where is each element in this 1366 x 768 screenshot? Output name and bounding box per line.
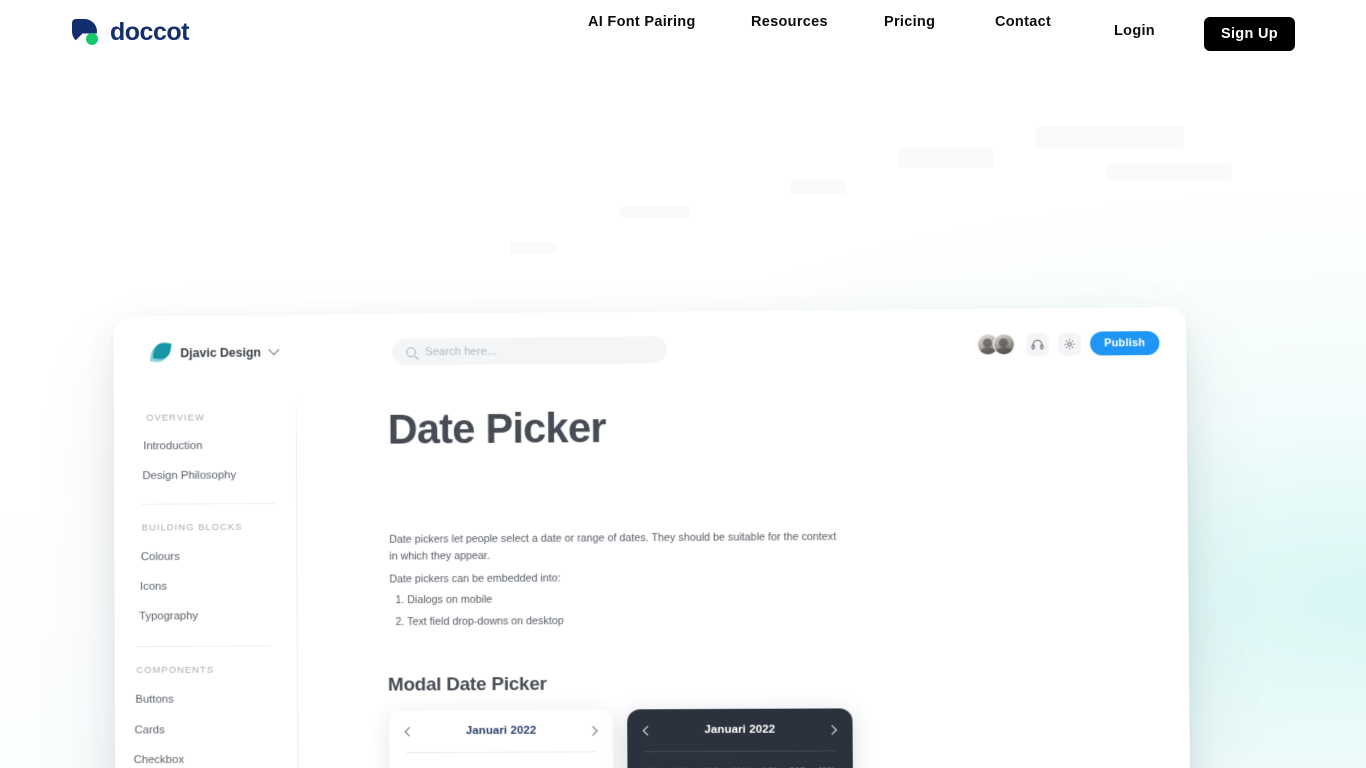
sidebar-divider xyxy=(140,502,275,505)
chevron-down-icon xyxy=(268,343,280,355)
app-sidebar: OVERVIEW Introduction Design Philosophy … xyxy=(113,385,299,768)
background-ghost-shape xyxy=(620,206,690,218)
date-picker-header: Januari 2022 xyxy=(627,708,853,751)
sidebar-group-title: OVERVIEW xyxy=(146,412,206,424)
background-ghost-shape xyxy=(1106,164,1232,180)
page-title: Date Picker xyxy=(387,404,606,453)
weekday-label: RAB xyxy=(458,753,487,768)
weekday-label: SEL xyxy=(668,752,697,768)
search-placeholder: Search here... xyxy=(424,345,497,358)
headset-icon[interactable] xyxy=(1025,332,1049,356)
chevron-left-icon[interactable] xyxy=(642,725,653,736)
workspace-switcher[interactable]: Djavic Design xyxy=(149,341,280,364)
date-picker-light[interactable]: Januari 2022 SEN SEL RAB KAM JUM SAB MIN xyxy=(389,709,614,768)
page-root: doccot AI Font Pairing Resources Pricing… xyxy=(0,0,1366,768)
avatar-group[interactable] xyxy=(976,333,1017,356)
chevron-left-icon[interactable] xyxy=(404,726,415,737)
gear-icon[interactable] xyxy=(1057,332,1082,356)
app-topbar: Djavic Design Search here... Publish xyxy=(113,306,1187,388)
workspace-name: Djavic Design xyxy=(180,345,262,360)
app-mockup: Djavic Design Search here... Publish OVE… xyxy=(113,306,1191,768)
background-ghost-shape xyxy=(510,242,556,254)
app-mockup-wrapper: Djavic Design Search here... Publish OVE… xyxy=(108,306,1191,768)
weekday-label: SEL xyxy=(430,753,459,768)
publish-button[interactable]: Publish xyxy=(1089,331,1160,356)
nav-link-pricing[interactable]: Pricing xyxy=(884,14,935,30)
brand-name: doccot xyxy=(110,18,189,46)
doccot-logo-icon xyxy=(72,18,101,47)
weekday-label: SEN xyxy=(401,753,430,768)
month-label: Januari 2022 xyxy=(465,724,537,737)
weekday-label: RAB xyxy=(697,752,726,768)
sidebar-group-title: COMPONENTS xyxy=(136,664,215,676)
list-item: 1. Dialogs on mobile xyxy=(395,593,493,607)
leaf-logo-icon xyxy=(149,341,172,364)
weekday-label: SEN xyxy=(639,752,668,768)
section-title: Modal Date Picker xyxy=(387,673,547,696)
month-label: Januari 2022 xyxy=(704,723,776,736)
embed-paragraph: Date pickers can be embedded into: xyxy=(389,572,561,586)
weekday-label: JUM xyxy=(516,753,545,768)
search-icon xyxy=(406,346,417,357)
weekday-label: KAM xyxy=(726,752,755,768)
background-ghost-shape xyxy=(1036,126,1184,148)
app-actions: Publish xyxy=(976,331,1160,356)
sidebar-divider xyxy=(136,645,271,648)
intro-paragraph: Date pickers let people select a date or… xyxy=(389,530,837,563)
sidebar-item-cards[interactable]: Cards xyxy=(135,724,165,736)
weekday-row: SEN SEL RAB KAM JUM SAB MIN xyxy=(627,751,852,768)
chevron-right-icon[interactable] xyxy=(827,724,838,735)
weekday-label: MIN xyxy=(812,751,841,768)
weekday-label: JUM xyxy=(754,752,783,768)
nav-link-contact[interactable]: Contact xyxy=(995,14,1051,30)
sidebar-item-colours[interactable]: Colours xyxy=(141,551,180,563)
avatar xyxy=(992,333,1015,356)
list-item: 2. Text field drop-downs on desktop xyxy=(395,615,564,629)
sidebar-item-design-philosophy[interactable]: Design Philosophy xyxy=(142,470,236,483)
site-header: doccot AI Font Pairing Resources Pricing… xyxy=(0,0,1366,66)
sign-up-button[interactable]: Sign Up xyxy=(1204,17,1295,51)
search-input[interactable]: Search here... xyxy=(392,336,667,366)
nav-link-resources[interactable]: Resources xyxy=(751,14,828,30)
app-content: Date Picker Date pickers let people sele… xyxy=(296,378,1191,768)
nav-link-ai-font-pairing[interactable]: AI Font Pairing xyxy=(588,14,696,30)
weekday-label: MIN xyxy=(573,752,602,768)
brand-logo[interactable]: doccot xyxy=(72,18,189,47)
background-ghost-shape xyxy=(790,180,846,194)
date-picker-header: Januari 2022 xyxy=(389,709,613,752)
sidebar-item-checkbox[interactable]: Checkbox xyxy=(134,754,184,766)
sidebar-item-introduction[interactable]: Introduction xyxy=(143,440,202,452)
weekday-label: SAB xyxy=(544,752,573,768)
weekday-label: SAB xyxy=(783,751,812,768)
chevron-right-icon[interactable] xyxy=(588,725,598,736)
sidebar-item-typography[interactable]: Typography xyxy=(139,610,198,622)
background-ghost-shape xyxy=(898,148,993,168)
login-link[interactable]: Login xyxy=(1114,23,1155,39)
weekday-row: SEN SEL RAB KAM JUM SAB MIN xyxy=(389,752,613,768)
date-picker-dark[interactable]: Januari 2022 SEN SEL RAB KAM JUM SAB MIN xyxy=(627,708,854,768)
sidebar-item-buttons[interactable]: Buttons xyxy=(135,694,173,706)
sidebar-item-icons[interactable]: Icons xyxy=(140,581,167,593)
sidebar-group-title: BUILDING BLOCKS xyxy=(141,521,243,534)
weekday-label: KAM xyxy=(487,753,516,768)
